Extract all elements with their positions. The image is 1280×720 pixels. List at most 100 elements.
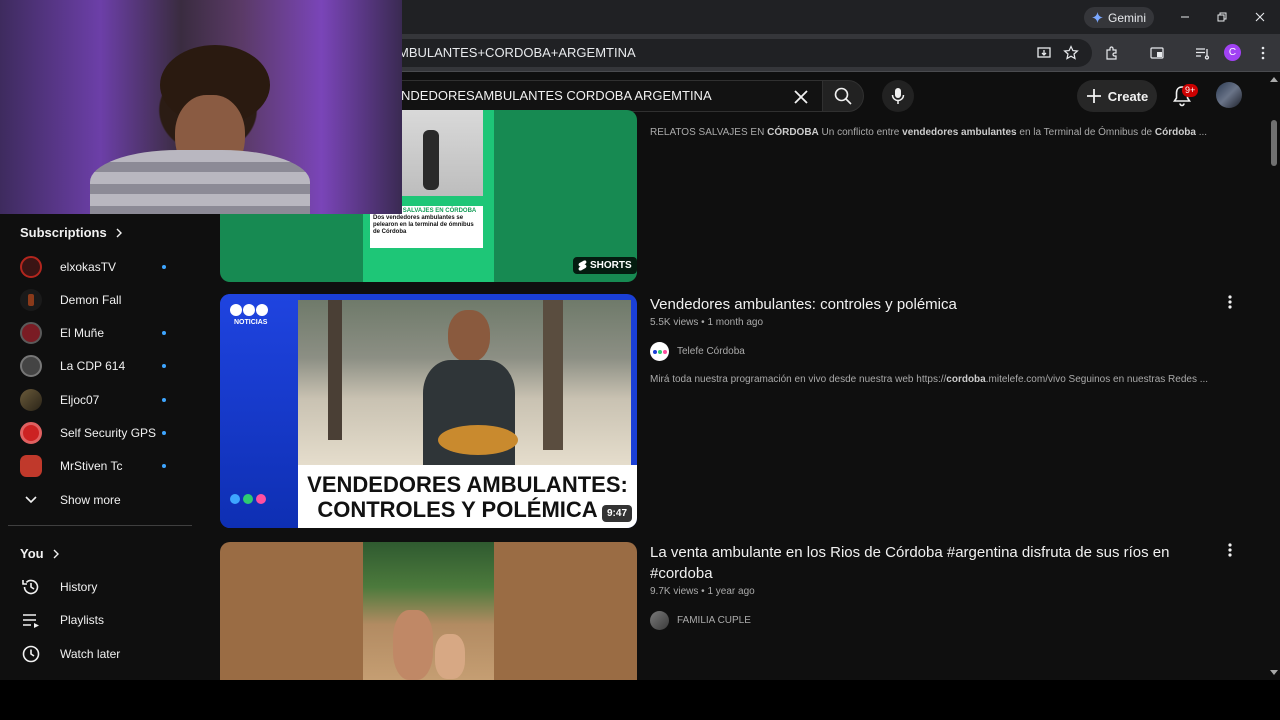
- letterbox-bar: [0, 680, 1280, 720]
- thumb-decor-dots: [230, 494, 266, 504]
- chevron-down-icon: [20, 489, 42, 511]
- minimize-button[interactable]: [1176, 8, 1194, 26]
- create-button[interactable]: Create: [1077, 80, 1157, 112]
- video-meta: 5.5K views • 1 month ago: [650, 317, 763, 328]
- new-content-dot: [162, 331, 166, 335]
- subscriptions-title: Subscriptions: [20, 225, 107, 240]
- watch-later-icon: [20, 643, 42, 665]
- bookmark-star-icon[interactable]: [1061, 43, 1081, 63]
- more-actions-button[interactable]: [1222, 293, 1238, 311]
- show-more-label: Show more: [60, 493, 121, 507]
- channel-link[interactable]: FAMILIA CUPLE: [650, 611, 751, 630]
- description-text: Mirá toda nuestra programación en vivo d…: [650, 374, 947, 385]
- search-button[interactable]: [822, 80, 864, 112]
- tab-search-icon[interactable]: [1147, 43, 1167, 63]
- channel-avatar: [20, 289, 42, 311]
- close-icon: [794, 90, 808, 104]
- duration-badge: 9:47: [602, 505, 633, 522]
- new-content-dot: [162, 398, 166, 402]
- sidebar: Subscriptions elxokasTV Demon Fall El Mu…: [0, 214, 200, 680]
- telefe-logo: [230, 304, 268, 316]
- thumb-caption-line: CONTROLES Y POLÉMICA: [317, 497, 598, 522]
- channel-avatar: [20, 422, 42, 444]
- channel-name: FAMILIA CUPLE: [677, 615, 751, 626]
- video-title[interactable]: La venta ambulante en los Rios de Córdob…: [650, 542, 1190, 584]
- shorts-icon: [578, 260, 587, 271]
- you-heading[interactable]: You: [20, 546, 60, 561]
- description-text: .mitelefe.com/vivo Seguinos en nuestras …: [985, 374, 1209, 385]
- restore-button[interactable]: [1213, 8, 1231, 26]
- extensions-icon[interactable]: [1102, 43, 1122, 63]
- browser-profile-avatar[interactable]: C: [1224, 44, 1241, 61]
- short-card-text: Dos vendedores ambulantes se pelearon en…: [373, 215, 474, 235]
- channel-avatar: [20, 455, 42, 477]
- sidebar-item-elxokastv[interactable]: elxokasTV: [0, 252, 190, 282]
- account-avatar[interactable]: [1216, 82, 1242, 108]
- search-input[interactable]: NDEDORESAMBULANTES CORDOBA ARGEMTINA: [380, 80, 824, 112]
- sidebar-item-playlists[interactable]: Playlists: [0, 605, 190, 635]
- sidebar-item-la-cdp-614[interactable]: La CDP 614: [0, 351, 190, 381]
- video-description: RELATOS SALVAJES EN CÓRDOBA Un conflicto…: [650, 127, 1207, 138]
- show-more-button[interactable]: Show more: [0, 485, 190, 515]
- sidebar-item-label: History: [60, 580, 98, 594]
- chevron-right-icon: [53, 549, 59, 558]
- subscriptions-heading[interactable]: Subscriptions: [20, 225, 123, 240]
- video-thumbnail[interactable]: NOTICIAS VENDEDORES AMBULANTES: CONTROLE…: [220, 294, 637, 528]
- upload-age: 1 year ago: [707, 586, 755, 597]
- history-icon: [20, 576, 42, 598]
- thumb-brand: NOTICIAS: [234, 319, 268, 326]
- meta-separator: •: [701, 586, 705, 597]
- channel-avatar: [650, 342, 669, 361]
- address-bar[interactable]: MBULANTES+CORDOBA+ARGEMTINA: [300, 39, 1092, 67]
- scroll-up-arrow-icon: [1270, 77, 1278, 82]
- install-app-icon[interactable]: [1034, 43, 1054, 63]
- thumb-photo: [363, 542, 494, 680]
- channel-avatar: [20, 256, 42, 278]
- sidebar-item-demon-fall[interactable]: Demon Fall: [0, 285, 190, 315]
- scrollbar-thumb[interactable]: [1271, 120, 1277, 166]
- close-window-button[interactable]: [1251, 8, 1269, 26]
- gemini-button[interactable]: Gemini: [1084, 7, 1155, 28]
- chevron-right-icon: [116, 228, 122, 237]
- channel-link[interactable]: Telefe Córdoba: [650, 342, 745, 361]
- media-controls-icon[interactable]: [1192, 43, 1212, 63]
- voice-search-button[interactable]: [882, 80, 914, 112]
- description-highlight: cordoba: [946, 374, 986, 385]
- sidebar-item-label: La CDP 614: [60, 359, 126, 373]
- sidebar-item-el-mune[interactable]: El Muñe: [0, 318, 190, 348]
- description-text: en la Terminal de Ómnibus de: [1016, 127, 1155, 138]
- new-content-dot: [162, 364, 166, 368]
- video-title[interactable]: Vendedores ambulantes: controles y polém…: [650, 294, 1190, 315]
- more-vertical-icon: [1228, 295, 1232, 309]
- gemini-label: Gemini: [1108, 10, 1147, 25]
- close-icon: [1255, 12, 1265, 22]
- playlists-icon: [20, 609, 42, 631]
- gemini-sparkle-icon: [1092, 12, 1103, 23]
- description-text: RELATOS SALVAJES EN: [650, 127, 768, 138]
- minimize-icon: [1181, 16, 1189, 18]
- video-thumbnail[interactable]: [220, 542, 637, 680]
- sidebar-item-watch-later[interactable]: Watch later: [0, 639, 190, 669]
- sidebar-item-history[interactable]: History: [0, 572, 190, 602]
- sidebar-item-eljoc07[interactable]: Eljoc07: [0, 385, 190, 415]
- clear-search-button[interactable]: [791, 87, 811, 107]
- restore-icon: [1217, 12, 1227, 22]
- more-vertical-icon: [1228, 543, 1232, 557]
- page-scrollbar[interactable]: [1268, 72, 1280, 680]
- new-content-dot: [162, 431, 166, 435]
- channel-avatar: [20, 322, 42, 344]
- you-title: You: [20, 546, 44, 561]
- channel-avatar: [650, 611, 669, 630]
- notifications-badge: 9+: [1182, 84, 1199, 97]
- sidebar-item-mrstiven-tc[interactable]: MrStiven Tc: [0, 451, 190, 481]
- more-actions-button[interactable]: [1222, 541, 1238, 559]
- video-description: Mirá toda nuestra programación en vivo d…: [650, 374, 1208, 385]
- sidebar-item-self-security-gps[interactable]: Self Security GPS: [0, 418, 190, 448]
- scroll-down-arrow-icon: [1270, 670, 1278, 675]
- sidebar-item-label: MrStiven Tc: [60, 459, 123, 473]
- browser-menu-icon[interactable]: [1253, 43, 1273, 63]
- upload-age: 1 month ago: [707, 317, 764, 328]
- shorts-badge-label: SHORTS: [590, 260, 632, 271]
- sidebar-item-label: elxokasTV: [60, 260, 117, 274]
- new-content-dot: [162, 464, 166, 468]
